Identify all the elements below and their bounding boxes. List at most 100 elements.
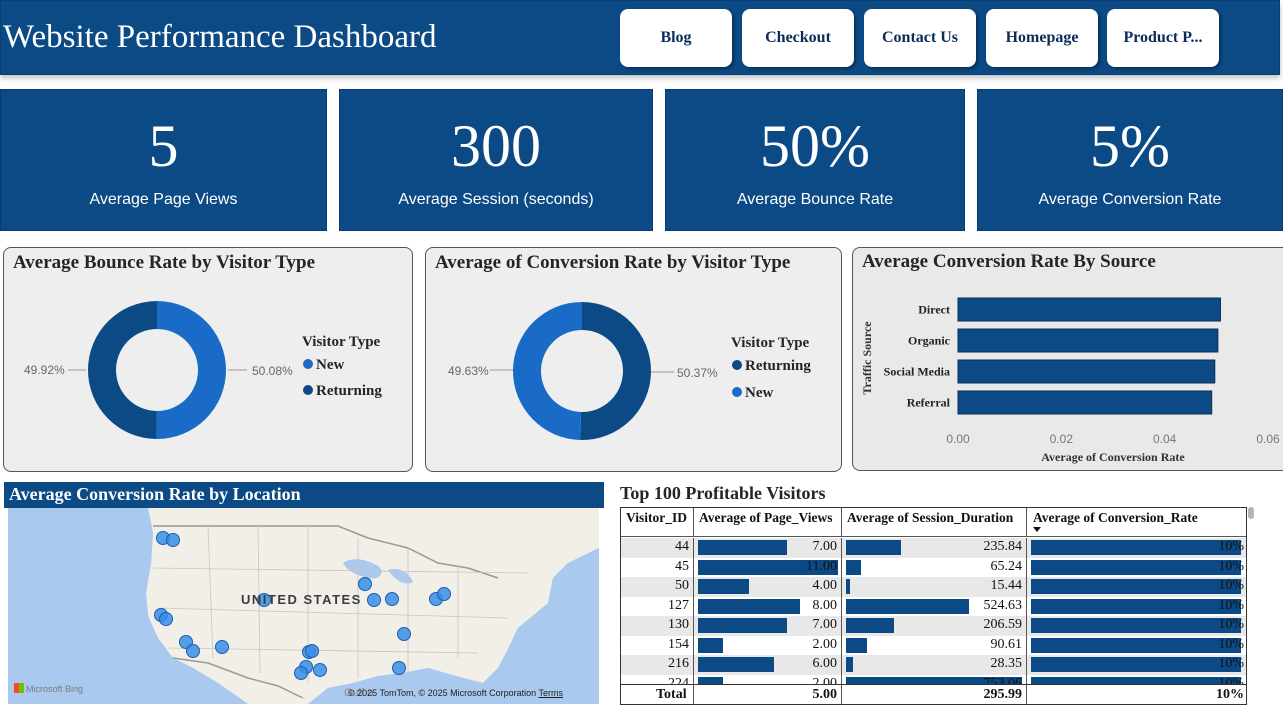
x-tick-label: 0.00: [946, 432, 970, 446]
nav-button-product-page[interactable]: Product P...: [1107, 9, 1219, 67]
donut-slice-new[interactable]: [512, 302, 582, 440]
conversion-rate-bar-chart: Direct Organic Social Media Referral 0.00 0.0…: [860, 297, 1280, 464]
column-header-session-duration[interactable]: Average of Session_Duration: [842, 508, 1027, 536]
column-header-visitor-id[interactable]: Visitor_ID: [621, 508, 694, 536]
data-bar: [1031, 559, 1241, 575]
cell-page-views: 6.00: [694, 655, 842, 675]
column-header-page-views[interactable]: Average of Page_Views: [694, 508, 842, 536]
legend-title: Visitor Type: [731, 335, 810, 351]
bounce-rate-by-visitor-type-card: Average Bounce Rate by Visitor Type 49.9…: [3, 247, 413, 472]
cell-session-duration: 235.84: [842, 538, 1027, 558]
cell-session-duration: 15.44: [842, 577, 1027, 597]
table-scrollbar[interactable]: [1248, 507, 1254, 519]
data-bar: [1031, 540, 1241, 555]
legend-item-returning[interactable]: Returning: [303, 383, 382, 400]
kpi-card-bounce-rate: 50% Average Bounce Rate: [665, 89, 965, 231]
table-row[interactable]: 44 7.00 235.84 10%: [621, 538, 1246, 558]
kpi-label: Average Bounce Rate: [736, 191, 894, 208]
table-row[interactable]: 50 4.00 15.44 10%: [621, 577, 1246, 597]
data-bar: [698, 579, 749, 594]
bar-referral[interactable]: [957, 390, 1213, 415]
legend-dot-icon: [303, 359, 313, 369]
nav-button-homepage[interactable]: Homepage: [986, 9, 1098, 67]
cell-conversion-rate: 10%: [1027, 558, 1246, 578]
category-label: Organic: [908, 334, 951, 348]
bar-social-media[interactable]: [957, 359, 1216, 384]
donut-slice-new[interactable]: [156, 301, 227, 439]
data-bar: [1031, 598, 1241, 614]
legend-item-new[interactable]: New: [303, 357, 344, 374]
table-row[interactable]: 216 6.00 28.35 10%: [621, 655, 1246, 675]
cell-session-duration: 90.61: [842, 635, 1027, 655]
table-row[interactable]: 154 2.00 90.61 10%: [621, 635, 1246, 656]
column-header-conversion-rate[interactable]: Average of Conversion_Rate: [1027, 508, 1246, 536]
total-page-views: 5.00: [694, 685, 842, 704]
nav-button-checkout[interactable]: Checkout: [742, 9, 854, 67]
data-bar: [846, 657, 853, 672]
data-bar: [846, 579, 850, 594]
data-bar: [698, 598, 800, 614]
x-tick-label: 0.06: [1256, 432, 1280, 446]
cell-page-views: 7.00: [694, 538, 842, 558]
nav-button-blog[interactable]: Blog: [620, 9, 732, 67]
location-map[interactable]: UNITED STATES Gulf o Microsoft Bing © 20…: [8, 508, 599, 704]
cell-conversion-rate: 10%: [1027, 636, 1246, 656]
table-row[interactable]: 45 11.00 65.24 10%: [621, 557, 1246, 578]
map-terms-link[interactable]: Terms: [539, 688, 564, 698]
donut-slice-returning[interactable]: [88, 301, 157, 439]
bar-direct[interactable]: [957, 297, 1221, 322]
country-label: UNITED STATES: [241, 592, 362, 607]
cell-visitor-id: 216: [621, 655, 694, 675]
cell-page-views: 11.00: [694, 557, 842, 577]
conversion-rate-by-visitor-type-card: Average of Conversion Rate by Visitor Ty…: [425, 247, 842, 472]
kpi-value: 50%: [760, 113, 870, 179]
table-header-row: Visitor_ID Average of Page_Views Average…: [621, 508, 1246, 537]
sort-descending-icon: [1033, 527, 1041, 532]
table-row[interactable]: 130 7.00 206.59 10%: [621, 616, 1246, 636]
cell-page-views: 7.00: [694, 616, 842, 636]
cell-page-views: 2.00: [694, 635, 842, 655]
kpi-label: Average Conversion Rate: [1038, 191, 1222, 208]
cell-visitor-id: 127: [621, 596, 694, 616]
y-axis-label: Traffic Source: [860, 321, 874, 395]
total-conversion-rate: 10%: [1216, 687, 1244, 702]
data-bar: [698, 657, 775, 672]
cell-visitor-id: 44: [621, 538, 694, 558]
cell-conversion-rate: 10%: [1027, 655, 1246, 675]
visitors-table: Visitor_ID Average of Page_Views Average…: [620, 507, 1247, 705]
cell-page-views: 8.00: [694, 596, 842, 616]
total-label: Total: [621, 685, 694, 704]
table-total-row: Total 5.00 295.99 10%: [621, 684, 1246, 704]
cell-visitor-id: 50: [621, 577, 694, 597]
dashboard-header: Website Performance Dashboard Blog Check…: [0, 0, 1280, 75]
nav-button-contact-us[interactable]: Contact Us: [864, 9, 976, 67]
map-copyright: © 2025 TomTom, © 2025 Microsoft Corporat…: [348, 688, 564, 698]
legend-item-new[interactable]: New: [732, 385, 773, 402]
donut-slice-returning[interactable]: [580, 302, 651, 440]
kpi-label: Average Page Views: [89, 191, 238, 208]
data-bar: [846, 618, 895, 633]
kpi-value: 5%: [1090, 113, 1170, 179]
data-bar: [846, 559, 862, 575]
bounce-rate-donut: [68, 301, 247, 439]
data-bar: [846, 540, 902, 555]
kpi-value: 5: [148, 113, 179, 179]
slice-label-new: 50.08%: [252, 364, 293, 378]
table-row[interactable]: 127 8.00 524.63 10%: [621, 596, 1246, 617]
data-bar: [1031, 618, 1241, 633]
cell-conversion-rate: 10%: [1027, 616, 1246, 636]
cell-conversion-rate: 10%: [1027, 597, 1246, 617]
cell-session-duration: 28.35: [842, 655, 1027, 675]
data-bar: [1031, 657, 1241, 672]
category-label: Referral: [907, 396, 951, 410]
dashboard-title: Website Performance Dashboard: [3, 19, 437, 55]
category-label: Direct: [918, 303, 950, 317]
data-bar: [698, 618, 788, 633]
bar-organic[interactable]: [957, 328, 1219, 353]
category-label: Social Media: [884, 365, 950, 379]
data-bar: [1031, 637, 1241, 653]
cell-session-duration: 65.24: [842, 557, 1027, 577]
legend-item-returning[interactable]: Returning: [732, 358, 811, 375]
slice-label-new: 49.63%: [448, 364, 489, 378]
data-bar: [846, 598, 969, 614]
